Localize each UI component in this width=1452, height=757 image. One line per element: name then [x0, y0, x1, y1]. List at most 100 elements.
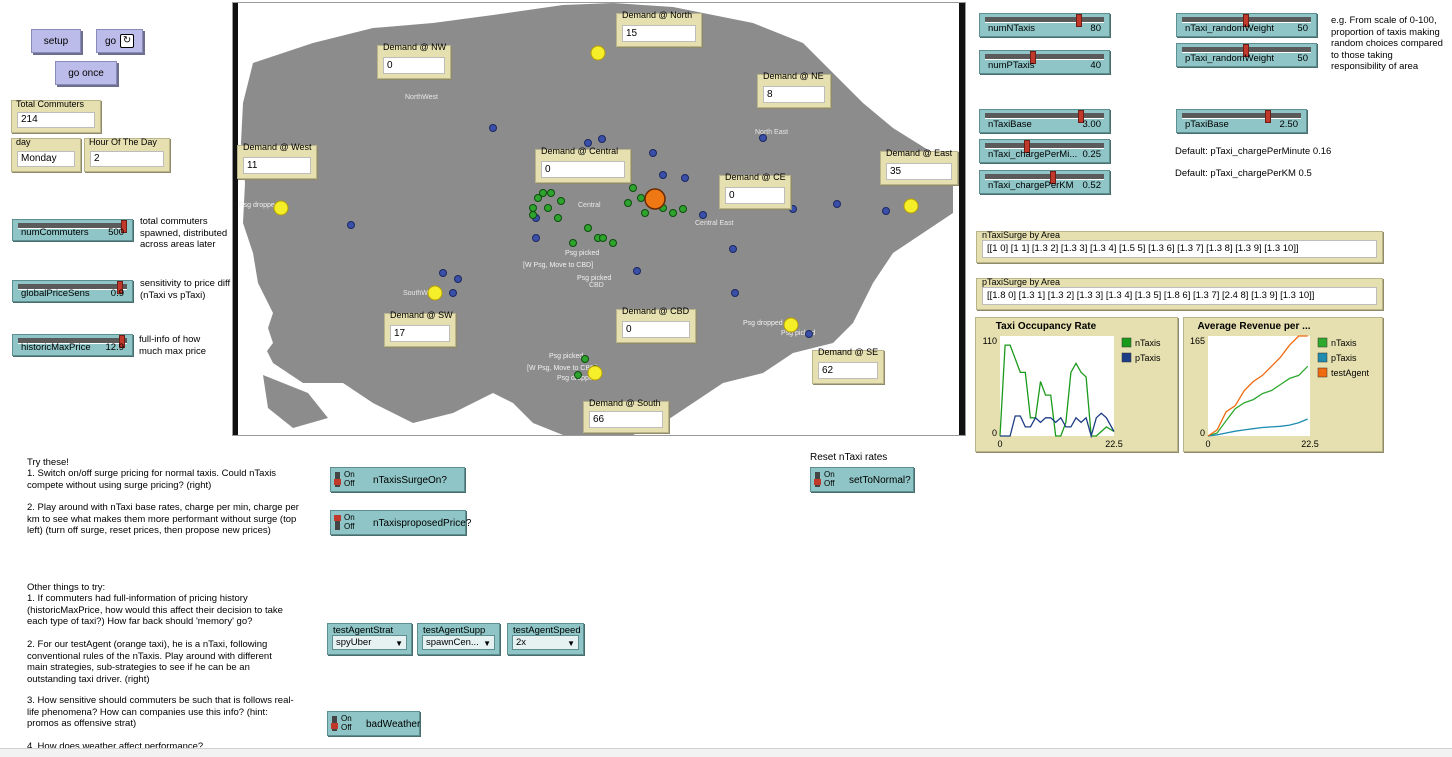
monitor-value: 2	[90, 151, 164, 167]
switch-label: nTaxisSurgeOn?	[373, 475, 447, 486]
chevron-down-icon[interactable]: ▼	[567, 639, 575, 648]
slider-value: 12.9	[105, 342, 125, 353]
go-button[interactable]: go ↻	[96, 29, 143, 53]
switch-knob[interactable]	[331, 723, 338, 729]
ntaxi-charge-per-min-slider[interactable]: nTaxi_chargePerMi... 0.25	[979, 139, 1110, 163]
go-once-button[interactable]: go once	[55, 61, 117, 85]
demand-west-monitor: Demand @ West 11	[237, 142, 317, 179]
input-label: nTaxiSurge by Area	[982, 230, 1061, 240]
slider-label: nTaxi_chargePerKM	[988, 180, 1074, 191]
slider-value: 0.9	[110, 288, 124, 299]
setup-button[interactable]: setup	[31, 29, 81, 53]
legend-label-pTaxis: pTaxis	[1135, 353, 1161, 363]
ntaxi-base-slider[interactable]: nTaxiBase 3.00	[979, 109, 1110, 133]
try-title: Try these!	[27, 457, 69, 468]
num-ptaxis-slider[interactable]: numPTaxis 40	[979, 50, 1110, 74]
world-view[interactable]: NorthWest North East Central Central Eas…	[232, 2, 966, 436]
slider-label: globalPriceSens	[21, 288, 90, 299]
ptaxi-agent	[729, 245, 737, 253]
legend-swatch-nTaxis	[1121, 337, 1132, 348]
test-agent-speed-chooser[interactable]: testAgentSpeed 2x ▼	[507, 623, 584, 655]
demand-cbd-monitor: Demand @ CBD 0	[616, 306, 696, 343]
other-title: Other things to try:	[27, 582, 106, 593]
ntaxis-proposed-price-switch[interactable]: On Off nTaxisproposedPrice?	[330, 510, 471, 535]
random-weight-note: e.g. From scale of 0-100, proportion of …	[1331, 15, 1443, 72]
commuter-cluster	[590, 45, 606, 61]
demand-label: Demand @ NE	[763, 71, 824, 81]
legend-label-nTaxis: nTaxis	[1331, 338, 1357, 348]
ptaxi-agent	[347, 221, 355, 229]
ntaxi-charge-per-km-slider[interactable]: nTaxi_chargePerKM 0.52	[979, 170, 1110, 194]
ptaxi-agent	[439, 269, 447, 277]
legend-label-nTaxis: nTaxis	[1135, 338, 1161, 348]
switch-off-label: Off	[341, 723, 352, 732]
test-agent-taxi	[644, 188, 666, 210]
other-item-2: 2. For our testAgent (orange taxi), he i…	[27, 639, 272, 685]
slider-knob[interactable]	[1265, 110, 1271, 123]
input-value[interactable]: [[1 0] [1 1] [1.3 2] [1.3 3] [1.3 4] [1.…	[982, 240, 1377, 258]
commuter-cluster	[427, 285, 443, 301]
ntaxi-agent	[554, 214, 562, 222]
ptaxi-random-weight-slider[interactable]: pTaxi_randomWeight 50	[1176, 43, 1317, 67]
y-max-tick: 165	[1190, 336, 1205, 346]
try-item-2: 2. Play around with nTaxi base rates, ch…	[27, 502, 299, 536]
go-once-button-label: go once	[68, 67, 104, 79]
switch-knob[interactable]	[334, 479, 341, 485]
ntaxis-surge-switch[interactable]: On Off nTaxisSurgeOn?	[330, 467, 465, 492]
ptaxi-agent	[449, 289, 457, 297]
bad-weather-switch[interactable]: On Off badWeather	[327, 711, 420, 736]
legend-swatch-pTaxis	[1317, 352, 1328, 363]
y-max-tick: 110	[983, 336, 997, 346]
demand-central-monitor: Demand @ Central 0	[535, 146, 631, 183]
ptaxi-base-slider[interactable]: pTaxiBase 2.50	[1176, 109, 1307, 133]
x-min-tick: 0	[1205, 439, 1210, 449]
default-charge-per-km-note: Default: pTaxi_chargePerKM 0.5	[1175, 168, 1312, 179]
x-max-tick: 22.5	[1301, 439, 1319, 449]
ntaxi-agent	[557, 197, 565, 205]
global-price-sens-slider[interactable]: globalPriceSens 0.9	[12, 280, 133, 302]
num-commuters-note: total commuters spawned, distributed acr…	[140, 216, 228, 250]
demand-value: 66	[589, 411, 663, 428]
switch-off-label: Off	[344, 479, 355, 488]
demand-label: Demand @ NW	[383, 42, 447, 52]
total-commuters-monitor: Total Commuters 214	[11, 99, 101, 133]
ntaxi-surge-input[interactable]: nTaxiSurge by Area [[1 0] [1 1] [1.3 2] …	[976, 230, 1383, 263]
chevron-down-icon[interactable]: ▼	[483, 639, 491, 648]
commuter-cluster	[587, 365, 603, 381]
num-ntaxis-slider[interactable]: numNTaxis 80	[979, 13, 1110, 37]
ntaxi-random-weight-slider[interactable]: nTaxi_randomWeight 50	[1176, 13, 1317, 37]
revenue-chart: 165 00 22.5 nTaxis pTaxis testAgent	[1190, 335, 1370, 449]
num-commuters-slider[interactable]: numCommuters 500	[12, 219, 133, 241]
demand-nw-monitor: Demand @ NW 0	[377, 42, 451, 79]
slider-label: nTaxi_randomWeight	[1185, 23, 1275, 34]
slider-knob[interactable]	[1076, 14, 1082, 27]
slider-value: 500	[108, 227, 124, 238]
slider-label: nTaxiBase	[988, 119, 1032, 130]
switch-knob[interactable]	[814, 479, 821, 485]
ptaxi-agent	[649, 149, 657, 157]
x-max-tick: 22.5	[1105, 439, 1123, 449]
demand-label: Demand @ SE	[818, 347, 879, 357]
ptaxi-agent	[699, 211, 707, 219]
go-button-label: go	[104, 35, 117, 47]
switch-knob[interactable]	[334, 515, 341, 521]
chevron-down-icon[interactable]: ▼	[395, 639, 403, 648]
demand-label: Demand @ West	[243, 142, 312, 152]
switch-off-label: Off	[344, 522, 355, 531]
demand-ce-monitor: Demand @ CE 0	[719, 172, 791, 209]
input-value[interactable]: [[1.8 0] [1.3 1] [1.3 2] [1.3 3] [1.3 4]…	[982, 287, 1377, 305]
ptaxi-surge-input[interactable]: pTaxiSurge by Area [[1.8 0] [1.3 1] [1.3…	[976, 277, 1383, 310]
demand-label: Demand @ SW	[390, 310, 453, 320]
switch-label: nTaxisproposedPrice?	[373, 518, 472, 529]
demand-value: 35	[886, 163, 952, 180]
historic-max-price-slider[interactable]: historicMaxPrice 12.9	[12, 334, 133, 356]
ntaxi-agent	[574, 371, 582, 379]
demand-label: Demand @ South	[589, 398, 661, 408]
x-min-tick: 0	[997, 439, 1002, 449]
monitor-label: Total Commuters	[16, 99, 85, 109]
test-agent-supp-chooser[interactable]: testAgentSupp spawnCen... ▼	[417, 623, 500, 655]
slider-value: 80	[1090, 23, 1101, 34]
test-agent-strat-chooser[interactable]: testAgentStrat spyUber ▼	[327, 623, 412, 655]
set-to-normal-switch[interactable]: On Off setToNormal?	[810, 467, 914, 492]
ptaxi-agent	[598, 135, 606, 143]
